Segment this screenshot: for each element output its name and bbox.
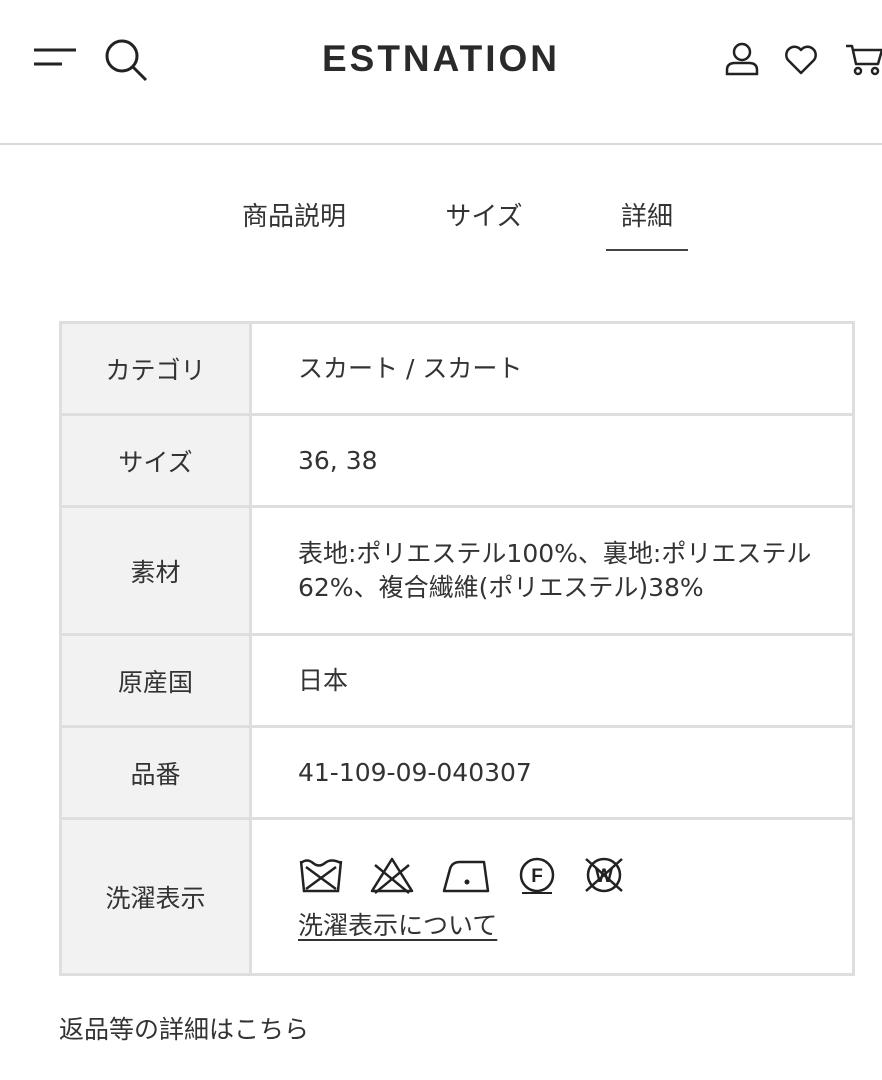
product-number-label: 品番: [59, 725, 252, 820]
material-value: 表地:ポリエステル100%、裏地:ポリエステル62%、複合繊維(ポリエステル)3…: [249, 505, 855, 636]
no-bleach-icon: [370, 857, 414, 894]
table-row-size: サイズ 36, 38: [59, 413, 855, 508]
no-wash-icon: [299, 858, 343, 892]
size-label: サイズ: [59, 413, 252, 508]
table-row-material: 素材 表地:ポリエステル100%、裏地:ポリエステル62%、複合繊維(ポリエステ…: [59, 505, 855, 636]
material-label: 素材: [59, 505, 252, 636]
care-label-link[interactable]: 洗濯表示について: [298, 909, 497, 943]
table-row-product-number: 品番 41-109-09-040307: [59, 725, 855, 820]
tab-details[interactable]: 詳細: [606, 195, 688, 251]
care-label: 洗濯表示: [59, 817, 252, 976]
table-row-care: 洗濯表示 F 洗濯表示について: [59, 817, 855, 976]
category-label: カテゴリ: [59, 321, 252, 416]
detail-table: カテゴリ スカート / スカート サイズ 36, 38 素材 表地:ポリエステル…: [59, 321, 855, 976]
no-wet-clean-icon: W: [585, 857, 623, 892]
table-row-origin: 原産国 日本: [59, 633, 855, 728]
dry-clean-f-icon: F: [519, 857, 555, 894]
origin-label: 原産国: [59, 633, 252, 728]
svg-text:F: F: [531, 866, 543, 887]
tab-size[interactable]: サイズ: [440, 195, 528, 251]
care-value: F W 洗濯表示について: [249, 817, 855, 976]
tab-description[interactable]: 商品説明: [235, 195, 353, 251]
origin-value: 日本: [249, 633, 855, 728]
table-row-category: カテゴリ スカート / スカート: [59, 321, 855, 416]
category-value: スカート / スカート: [249, 321, 855, 416]
detail-tabs: 商品説明 サイズ 詳細: [0, 195, 882, 255]
size-value: 36, 38: [249, 413, 855, 508]
site-header: ESTNATION: [0, 0, 882, 145]
product-number-value: 41-109-09-040307: [249, 725, 855, 820]
wishlist-heart-icon[interactable]: [783, 44, 819, 76]
cart-icon[interactable]: [844, 42, 882, 76]
care-icon-row: F W: [298, 855, 832, 895]
returns-info-link[interactable]: 返品等の詳細はこちら: [59, 1010, 309, 1046]
iron-low-icon: [442, 860, 490, 892]
account-icon[interactable]: [724, 42, 760, 76]
